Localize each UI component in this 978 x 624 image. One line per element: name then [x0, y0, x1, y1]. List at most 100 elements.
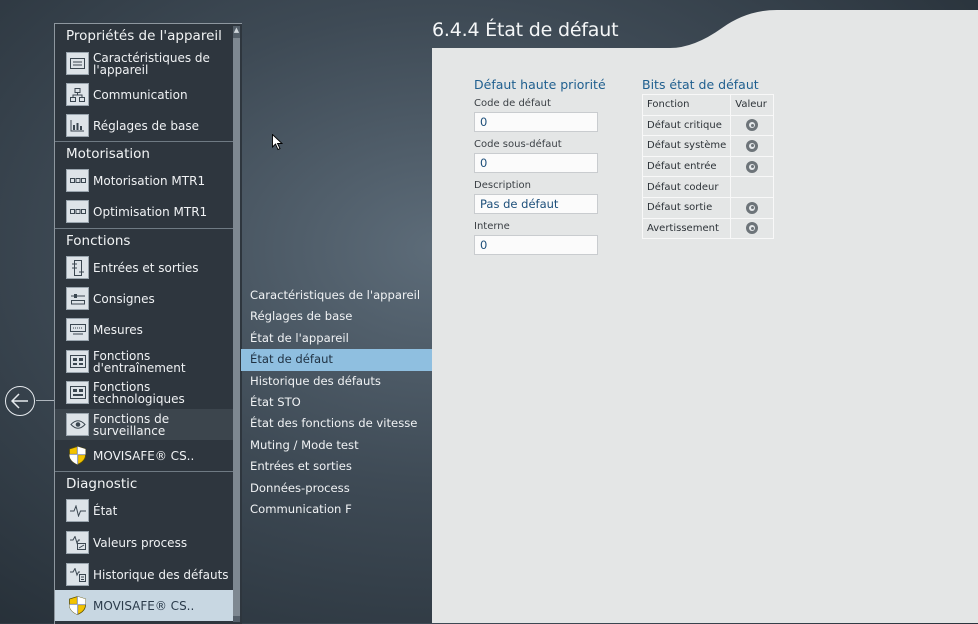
sidebar-item-label: État — [93, 503, 118, 518]
sidebar-item-label: Caractéristiques de l'appareil — [93, 50, 210, 77]
fault-section-title: Défaut haute priorité — [474, 77, 606, 92]
arrow-left-icon — [11, 393, 28, 409]
scrollbar-thumb[interactable] — [233, 38, 240, 616]
sidebar-item-label: Consignes — [93, 291, 155, 306]
sidebar-group-motorisation: Motorisation — [55, 141, 235, 165]
basic-settings-icon — [66, 114, 89, 137]
sidebar-item-movisafe-functions[interactable]: MOVISAFE® CS.. — [55, 440, 235, 471]
subnav-item-muting-test-mode[interactable]: Muting / Mode test — [241, 435, 432, 456]
subnav-item-sto-status[interactable]: État STO — [241, 392, 432, 413]
subnav-item-speed-functions-status[interactable]: État des fonctions de vitesse — [241, 413, 432, 434]
sidebar-item-measures[interactable]: Mesures — [55, 314, 235, 345]
pulse-icon — [66, 499, 89, 522]
row-label: Défaut sortie — [641, 196, 732, 219]
back-button[interactable] — [5, 386, 35, 416]
sidebar-item-device-data[interactable]: Caractéristiques de l'appareil — [55, 48, 235, 79]
table-header-row: Fonction Valeur — [641, 94, 775, 116]
fault-code-field[interactable]: 0 — [474, 112, 598, 132]
table-row: Défaut entrée — [641, 155, 775, 178]
sidebar-item-label: Mesures — [93, 322, 143, 337]
internal-field[interactable]: 0 — [474, 235, 598, 255]
row-label: Défaut système — [641, 135, 732, 157]
description-label: Description — [474, 180, 531, 191]
description-field[interactable]: Pas de défaut — [474, 194, 598, 214]
table-row: Avertissement — [641, 217, 775, 240]
status-led-icon — [746, 201, 759, 214]
sidebar-item-technology-functions[interactable]: Fonctions technologiques — [55, 377, 235, 408]
sidebar-group-diagnostic: Diagnostic — [55, 471, 235, 495]
scroll-up-icon[interactable]: ▲ — [233, 26, 240, 34]
drive-icon — [66, 200, 89, 223]
status-led-icon — [746, 222, 759, 235]
row-label: Avertissement — [641, 217, 732, 240]
subnav-item-inputs-outputs[interactable]: Entrées et sorties — [241, 456, 432, 477]
subnav-item-process-data[interactable]: Données-process — [241, 478, 432, 499]
device-data-icon — [66, 52, 89, 75]
sidebar-item-inputs-outputs[interactable]: Entrées et sorties — [55, 252, 235, 283]
shield-icon — [66, 594, 89, 617]
subnav-item-fault-history[interactable]: Historique des défauts — [241, 371, 432, 392]
subnav-item-device-status[interactable]: État de l'appareil — [241, 328, 432, 349]
sidebar-item-motorisation-mtr1[interactable]: Motorisation MTR1 — [55, 165, 235, 196]
sidebar-item-label: Fonctions technologiques — [93, 379, 185, 406]
subnav-item-basic-settings[interactable]: Réglages de base — [241, 306, 432, 327]
sidebar-item-optimisation-mtr1[interactable]: Optimisation MTR1 — [55, 196, 235, 227]
table-row: Défaut codeur — [641, 176, 775, 198]
status-led-icon — [746, 119, 759, 132]
sidebar-item-basic-settings[interactable]: Réglages de base — [55, 110, 235, 141]
sidebar-item-label: Motorisation MTR1 — [93, 173, 206, 188]
status-led-icon — [746, 139, 759, 152]
row-label: Défaut critique — [641, 114, 732, 137]
row-label: Défaut entrée — [641, 155, 732, 178]
table-row: Défaut sortie — [641, 196, 775, 219]
mouse-cursor-icon — [272, 134, 283, 151]
sidebar-item-movisafe-diagnostic[interactable]: MOVISAFE® CS.. — [55, 590, 235, 621]
sidebar-item-label: Fonctions de surveillance — [93, 411, 170, 438]
drive-functions-icon — [66, 350, 89, 373]
network-icon — [66, 83, 89, 106]
sidebar-item-label: Réglages de base — [93, 118, 199, 133]
col-value-header: Valeur — [730, 94, 775, 116]
subnav: Caractéristiques de l'appareil Réglages … — [241, 285, 432, 520]
sidebar-item-label: Valeurs process — [93, 535, 188, 550]
sidebar-item-label: MOVISAFE® CS.. — [93, 598, 195, 613]
col-function-header: Fonction — [641, 94, 732, 116]
sidebar-item-monitoring-functions[interactable]: Fonctions de surveillance — [55, 409, 235, 440]
sidebar-item-label: Historique des défauts — [93, 567, 229, 582]
sidebar-item-communication[interactable]: Communication — [55, 79, 235, 110]
measure-icon — [66, 318, 89, 341]
sidebar-item-label: MOVISAFE® CS.. — [93, 448, 195, 463]
fault-history-icon — [66, 563, 89, 586]
bits-section-title: Bits état de défaut — [642, 77, 759, 92]
subnav-item-f-communication[interactable]: Communication F — [241, 499, 432, 520]
fault-bits-table: Fonction Valeur Défaut critique Défaut s… — [641, 94, 775, 240]
subfault-code-field[interactable]: 0 — [474, 153, 598, 173]
row-label: Défaut codeur — [641, 176, 732, 198]
sidebar-item-status[interactable]: État — [55, 495, 235, 526]
sidebar-scrollbar[interactable]: ▲ — [233, 26, 240, 622]
process-values-icon — [66, 531, 89, 554]
sidebar-item-drive-functions[interactable]: Fonctions d'entraînement — [55, 346, 235, 377]
table-row: Défaut critique — [641, 114, 775, 137]
drive-icon — [66, 169, 89, 192]
technology-functions-icon — [66, 381, 89, 404]
sidebar-item-label: Entrées et sorties — [93, 260, 199, 275]
sidebar-item-fault-history[interactable]: Historique des défauts — [55, 559, 235, 590]
status-led-icon — [746, 160, 759, 173]
content-panel: Défaut haute priorité Code de défaut 0 C… — [432, 48, 978, 623]
subnav-item-device-data[interactable]: Caractéristiques de l'appareil — [241, 285, 432, 306]
sidebar-group-fonctions: Fonctions — [55, 228, 235, 252]
sidebar: Propriétés de l'appareil Caractéristique… — [54, 23, 242, 624]
sidebar-item-process-values[interactable]: Valeurs process — [55, 527, 235, 558]
setpoint-icon — [66, 287, 89, 310]
fault-code-label: Code de défaut — [474, 98, 551, 109]
subfault-code-label: Code sous-défaut — [474, 139, 562, 150]
subnav-item-fault-status[interactable]: État de défaut — [241, 349, 432, 371]
page-title: 6.4.4 État de défaut — [432, 19, 619, 41]
sidebar-group-device-properties: Propriétés de l'appareil — [66, 28, 222, 44]
sidebar-item-label: Fonctions d'entraînement — [93, 348, 186, 375]
divider — [36, 400, 54, 401]
shield-icon — [66, 444, 89, 467]
sidebar-item-setpoints[interactable]: Consignes — [55, 283, 235, 314]
eye-icon — [66, 413, 89, 436]
